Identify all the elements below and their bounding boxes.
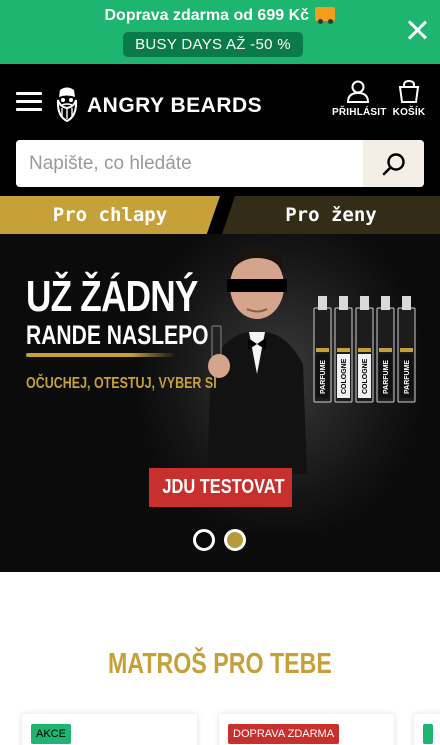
tab-men[interactable]: Pro chlapy xyxy=(0,196,220,234)
section-title: MATROŠ PRO TEBE xyxy=(0,648,440,681)
search-icon xyxy=(382,153,405,176)
user-icon xyxy=(346,80,370,103)
delivery-truck-icon xyxy=(315,7,336,24)
product-badge: DOPRAVA ZDARMA xyxy=(228,724,340,744)
close-icon[interactable] xyxy=(406,19,428,41)
login-label: PŘIHLÁSIT xyxy=(332,107,387,118)
search-bar xyxy=(16,140,424,187)
vial-label: COLOGNE xyxy=(341,358,348,394)
cart-label: KOŠÍK xyxy=(392,107,426,118)
product-card[interactable]: DOPRAVA ZDARMA xyxy=(219,714,394,745)
shopping-bag-icon xyxy=(398,79,420,103)
hero-banner[interactable]: PARFUME COLOGNE COLOGNE PARFUME PARFUME … xyxy=(0,234,440,572)
product-badge: AKCE xyxy=(31,724,71,744)
hero-tagline: OČUCHEJ, OTESTUJ, VYBER SI xyxy=(26,375,217,392)
product-badge-partial xyxy=(423,724,433,744)
hero-subheadline: RANDE NASLEPO xyxy=(26,320,209,350)
cart-button[interactable]: KOŠÍK xyxy=(392,79,426,118)
blindfolded-man-image xyxy=(207,244,307,474)
product-card[interactable]: AKCE xyxy=(22,714,197,745)
gender-tabs: Pro chlapy Pro ženy xyxy=(0,196,440,234)
tab-women[interactable]: Pro ženy xyxy=(222,196,440,234)
beard-logo-icon xyxy=(56,87,78,122)
perfume-vials-image: PARFUME COLOGNE COLOGNE PARFUME PARFUME xyxy=(313,296,416,403)
promo-text-row: Doprava zdarma od 699 Kč xyxy=(0,7,440,25)
vial-label: PARFUME xyxy=(320,360,327,394)
hero-cta-label: JDU TESTOVAT xyxy=(162,476,285,498)
slider-dot-1[interactable] xyxy=(193,529,215,551)
hamburger-menu-icon[interactable] xyxy=(16,92,42,112)
section-title-text: MATROŠ PRO TEBE xyxy=(108,648,332,680)
hero-divider xyxy=(26,353,176,357)
vial-label: PARFUME xyxy=(404,360,411,394)
promo-bar: Doprava zdarma od 699 Kč BUSY DAYS AŽ -5… xyxy=(0,0,440,64)
promo-text: Doprava zdarma od 699 Kč xyxy=(104,7,310,24)
hero-headline: UŽ ŽÁDNÝ xyxy=(26,272,198,321)
search-input[interactable] xyxy=(16,140,363,187)
site-logo[interactable]: ANGRY BEARDS xyxy=(54,86,262,122)
vial-label: COLOGNE xyxy=(362,358,369,394)
login-button[interactable]: PŘIHLÁSIT xyxy=(332,80,387,118)
slider-dot-2[interactable] xyxy=(224,529,246,551)
logo-text: ANGRY BEARDS xyxy=(87,94,263,117)
search-button[interactable] xyxy=(363,140,424,187)
promo-pill[interactable]: BUSY DAYS AŽ -50 % xyxy=(123,32,303,57)
product-card[interactable] xyxy=(414,714,440,745)
site-header: ANGRY BEARDS PŘIHLÁSIT KOŠÍK xyxy=(0,64,440,196)
vial-label: PARFUME xyxy=(383,360,390,394)
hero-cta-button[interactable]: JDU TESTOVAT xyxy=(149,468,292,507)
